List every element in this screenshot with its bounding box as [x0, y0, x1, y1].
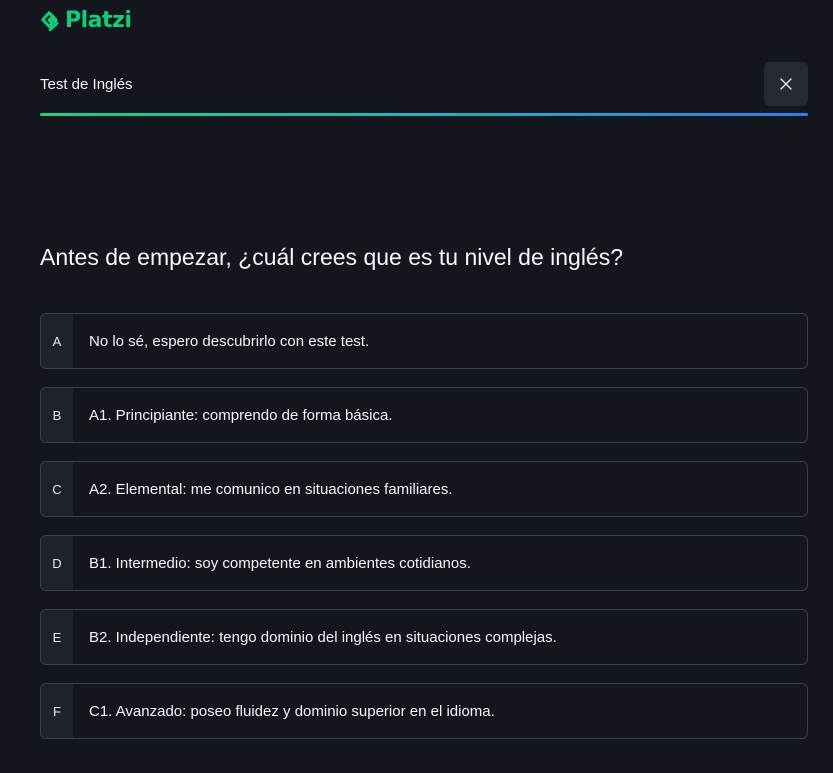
close-icon — [780, 78, 792, 90]
option-f[interactable]: F C1. Avanzado: poseo fluidez y dominio … — [40, 683, 808, 739]
option-label: A2. Elemental: me comunico en situacione… — [89, 480, 453, 498]
test-header: Test de Inglés — [40, 62, 808, 108]
option-label: A1. Principiante: comprendo de forma bás… — [89, 406, 393, 424]
question-text: Antes de empezar, ¿cuál crees que es tu … — [40, 244, 624, 270]
option-label: C1. Avanzado: poseo fluidez y dominio su… — [89, 702, 495, 720]
option-letter: B — [41, 388, 73, 442]
answer-options: A No lo sé, espero descubrirlo con este … — [40, 313, 808, 757]
option-label: No lo sé, espero descubrirlo con este te… — [89, 332, 370, 350]
option-a[interactable]: A No lo sé, espero descubrirlo con este … — [40, 313, 808, 369]
option-letter: A — [41, 314, 73, 368]
close-button[interactable] — [764, 62, 808, 106]
test-title: Test de Inglés — [40, 76, 133, 93]
option-letter: E — [41, 610, 73, 664]
option-label: B2. Independiente: tengo dominio del ing… — [89, 628, 557, 646]
option-label: B1. Intermedio: soy competente en ambien… — [89, 554, 471, 572]
platzi-logo-icon — [41, 11, 59, 32]
progress-bar — [40, 113, 808, 116]
option-c[interactable]: C A2. Elemental: me comunico en situacio… — [40, 461, 808, 517]
option-b[interactable]: B A1. Principiante: comprendo de forma b… — [40, 387, 808, 443]
option-d[interactable]: D B1. Intermedio: soy competente en ambi… — [40, 535, 808, 591]
progress-bar-fill — [40, 113, 808, 116]
page: Platzi Test de Inglés Antes de empezar, … — [0, 0, 833, 773]
option-letter: F — [41, 684, 73, 738]
option-e[interactable]: E B2. Independiente: tengo dominio del i… — [40, 609, 808, 665]
platzi-logo[interactable]: Platzi — [40, 8, 132, 34]
option-letter: D — [41, 536, 73, 590]
option-letter: C — [41, 462, 73, 516]
brand-name: Platzi — [65, 8, 132, 33]
